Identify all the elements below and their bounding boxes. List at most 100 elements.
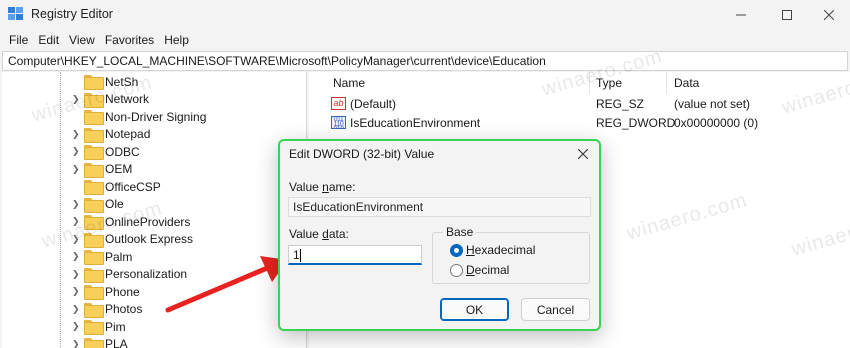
edit-dword-dialog: Edit DWORD (32-bit) Value Value name: Is…	[278, 139, 601, 331]
menu-file[interactable]: File	[4, 33, 33, 47]
decimal-label[interactable]: Decimal	[466, 263, 509, 277]
menu-favorites[interactable]: Favorites	[100, 33, 159, 47]
value-data-input[interactable]: 1	[288, 245, 422, 265]
value-row[interactable]: ab (Default) REG_SZ (value not set)	[331, 94, 831, 113]
chevron-right-icon[interactable]: ❯	[72, 216, 82, 227]
tree-item-label: Phone	[105, 284, 140, 299]
folder-icon	[84, 285, 104, 301]
folder-icon	[84, 337, 104, 348]
tree-item[interactable]: ❯ Ole	[2, 196, 302, 214]
tree-item-label: Photos	[105, 302, 143, 317]
chevron-right-icon[interactable]: ❯	[72, 286, 82, 297]
dialog-close-button[interactable]	[570, 143, 596, 165]
tree-item-label: ODBC	[105, 144, 140, 159]
folder-icon	[84, 215, 104, 231]
folder-icon	[84, 180, 104, 196]
tree-item-label: PLA	[105, 337, 128, 348]
tree-item[interactable]: ❯ OnlineProviders	[2, 213, 302, 231]
column-separator[interactable]	[666, 72, 667, 94]
registry-editor-app-icon	[8, 7, 23, 20]
tree-item-label: Network	[105, 92, 150, 107]
tree-item[interactable]: ❯ OEM	[2, 161, 302, 179]
value-name-label: Value name:	[289, 180, 356, 194]
minimize-icon	[736, 14, 746, 15]
tree-item[interactable]: Non-Driver Signing	[2, 108, 302, 126]
chevron-right-icon[interactable]: ❯	[72, 321, 82, 332]
folder-icon	[84, 197, 104, 213]
registry-editor-window: Registry Editor File Edit View Favorites…	[0, 0, 850, 348]
tree-item[interactable]: NetSh	[2, 73, 302, 91]
folder-icon	[84, 92, 104, 108]
column-data[interactable]: Data	[674, 72, 824, 94]
chevron-right-icon[interactable]: ❯	[72, 269, 82, 280]
tree-item[interactable]: ❯ Outlook Express	[2, 231, 302, 249]
tree-item[interactable]: ❯ PLA	[2, 336, 302, 348]
ok-button[interactable]: OK	[440, 298, 509, 321]
tree-item[interactable]: ❯ Network	[2, 91, 302, 109]
value-data-label: Value data:	[289, 227, 349, 241]
tree-item-label: Outlook Express	[105, 232, 194, 247]
menu-edit[interactable]: Edit	[33, 33, 64, 47]
tree-item-label: NetSh	[105, 74, 139, 89]
column-type[interactable]: Type	[596, 72, 666, 94]
value-data: (value not set)	[674, 96, 751, 111]
address-bar[interactable]: Computer\HKEY_LOCAL_MACHINE\SOFTWARE\Mic…	[2, 51, 848, 71]
value-type: REG_DWORD	[596, 115, 676, 130]
tree-item[interactable]: ❯ Notepad	[2, 126, 302, 144]
binary-value-icon: 011110010	[331, 116, 346, 129]
hexadecimal-label[interactable]: Hexadecimal	[466, 243, 535, 257]
title-bar: Registry Editor	[0, 0, 850, 29]
chevron-right-icon[interactable]: ❯	[72, 129, 82, 140]
chevron-right-icon[interactable]: ❯	[72, 234, 82, 245]
value-name: IsEducationEnvironment	[350, 115, 481, 130]
window-title: Registry Editor	[31, 7, 113, 21]
menu-view[interactable]: View	[64, 33, 100, 47]
tree-item[interactable]: OfficeCSP	[2, 178, 302, 196]
close-window-button[interactable]	[806, 0, 850, 29]
minimize-button[interactable]	[718, 0, 764, 29]
value-name-field: IsEducationEnvironment	[288, 197, 591, 217]
value-name: (Default)	[350, 96, 397, 111]
tree-item-label: Non-Driver Signing	[105, 109, 207, 124]
folder-icon	[84, 267, 104, 283]
close-icon	[578, 149, 588, 159]
chevron-right-icon[interactable]: ❯	[72, 339, 82, 348]
hexadecimal-radio[interactable]	[450, 244, 463, 257]
menu-help[interactable]: Help	[159, 33, 194, 47]
tree-item[interactable]: ❯ Pim	[2, 318, 302, 336]
chevron-right-icon[interactable]: ❯	[72, 199, 82, 210]
maximize-button[interactable]	[764, 0, 810, 29]
close-icon	[824, 9, 834, 20]
chevron-right-icon[interactable]: ❯	[72, 164, 82, 175]
folder-icon	[84, 127, 104, 143]
column-separator[interactable]	[589, 72, 590, 94]
value-data-text: 1	[293, 248, 300, 262]
folder-icon	[84, 110, 104, 126]
folder-icon	[84, 145, 104, 161]
chevron-right-icon[interactable]: ❯	[72, 94, 82, 105]
value-data: 0x00000000 (0)	[674, 115, 759, 130]
folder-icon	[84, 75, 104, 91]
menu-bar: File Edit View Favorites Help	[0, 29, 850, 51]
maximize-icon	[782, 9, 792, 20]
folder-icon	[84, 232, 104, 248]
string-value-icon: ab	[331, 97, 346, 110]
column-name[interactable]: Name	[333, 72, 563, 94]
base-group-label: Base	[443, 225, 477, 239]
folder-icon	[84, 302, 104, 318]
tree-item-label: OnlineProviders	[105, 214, 191, 229]
cancel-button[interactable]: Cancel	[521, 298, 590, 321]
chevron-right-icon[interactable]: ❯	[72, 251, 82, 262]
tree-item-label: Palm	[105, 249, 133, 264]
tree-item-label: Pim	[105, 319, 126, 334]
value-row[interactable]: 011110010 IsEducationEnvironment REG_DWO…	[331, 113, 831, 132]
tree-item-label: OfficeCSP	[105, 179, 161, 194]
value-type: REG_SZ	[596, 96, 645, 111]
decimal-radio[interactable]	[450, 264, 463, 277]
chevron-right-icon[interactable]: ❯	[72, 146, 82, 157]
tree-item-label: Ole	[105, 197, 124, 212]
chevron-right-icon[interactable]: ❯	[72, 304, 82, 315]
folder-icon	[84, 250, 104, 266]
folder-icon	[84, 320, 104, 336]
tree-item[interactable]: ❯ ODBC	[2, 143, 302, 161]
